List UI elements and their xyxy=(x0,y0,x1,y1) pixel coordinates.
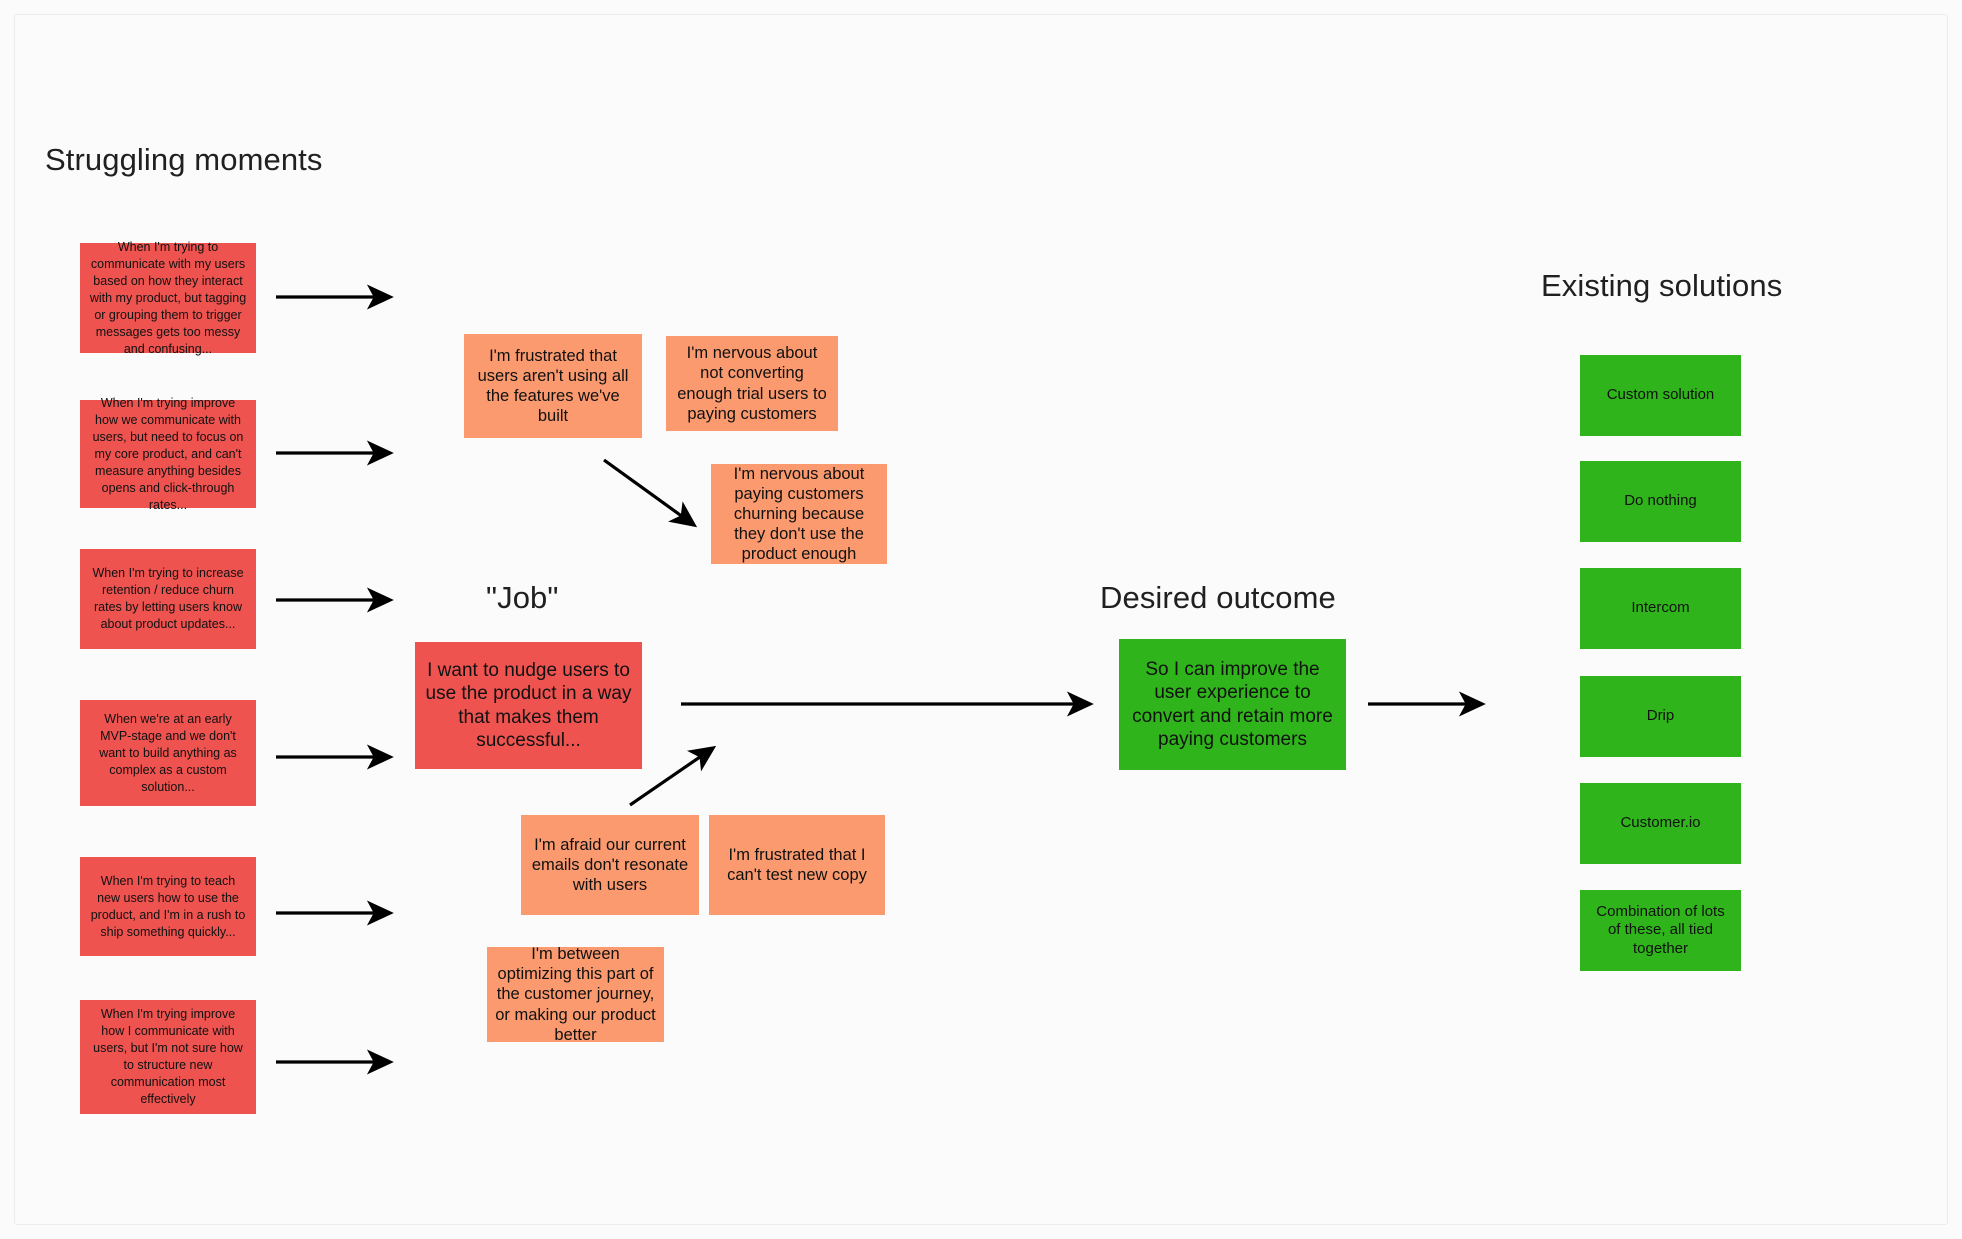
pain-note-text: I'm nervous about not converting enough … xyxy=(677,344,827,423)
existing-solution-note[interactable]: Do nothing xyxy=(1580,461,1741,542)
existing-solution-note[interactable]: Drip xyxy=(1580,676,1741,757)
heading-job: "Job" xyxy=(486,580,559,615)
existing-solution-note[interactable]: Custom solution xyxy=(1580,355,1741,436)
existing-solution-text: Custom solution xyxy=(1606,386,1715,404)
pain-note-text: I'm frustrated that I can't test new cop… xyxy=(727,845,867,884)
pain-note-text: I'm frustrated that users aren't using a… xyxy=(477,346,629,426)
existing-solution-note[interactable]: Customer.io xyxy=(1580,783,1741,864)
heading-existing-solutions: Existing solutions xyxy=(1541,268,1783,303)
desired-outcome-text: So I can improve the user experience to … xyxy=(1132,659,1333,750)
struggling-moment-text: When I'm trying to communicate with my u… xyxy=(89,239,247,356)
whiteboard-canvas: Struggling moments "Job" Desired outcome… xyxy=(0,0,1962,1239)
existing-solution-text: Intercom xyxy=(1631,599,1690,617)
pain-note-text: I'm between optimizing this part of the … xyxy=(495,945,656,1044)
existing-solution-text: Combination of lots of these, all tied t… xyxy=(1596,903,1725,957)
job-note-text: I want to nudge users to use the product… xyxy=(425,660,632,751)
pain-note[interactable]: I'm nervous about paying customers churn… xyxy=(711,464,887,564)
pain-note[interactable]: I'm frustrated that I can't test new cop… xyxy=(709,815,885,915)
struggling-moment-note[interactable]: When I'm trying to teach new users how t… xyxy=(80,857,256,956)
struggling-moment-note[interactable]: When I'm trying improve how I communicat… xyxy=(80,1000,256,1114)
struggling-moment-text: When I'm trying improve how we communica… xyxy=(92,395,244,512)
pain-note[interactable]: I'm nervous about not converting enough … xyxy=(666,336,838,431)
existing-solution-text: Customer.io xyxy=(1620,814,1701,832)
struggling-moment-note[interactable]: When I'm trying to increase retention / … xyxy=(80,549,256,649)
struggling-moment-note[interactable]: When we're at an early MVP-stage and we … xyxy=(80,700,256,806)
pain-note[interactable]: I'm frustrated that users aren't using a… xyxy=(464,334,642,438)
struggling-moment-text: When I'm trying to increase retention / … xyxy=(92,566,244,631)
existing-solution-note[interactable]: Intercom xyxy=(1580,568,1741,649)
struggling-moment-text: When I'm trying improve how I communicat… xyxy=(93,1007,243,1106)
existing-solution-note[interactable]: Combination of lots of these, all tied t… xyxy=(1580,890,1741,971)
pain-note[interactable]: I'm between optimizing this part of the … xyxy=(487,945,664,1044)
struggling-moment-note[interactable]: When I'm trying improve how we communica… xyxy=(80,396,256,512)
job-note[interactable]: I want to nudge users to use the product… xyxy=(415,642,642,769)
struggling-moment-note[interactable]: When I'm trying to communicate with my u… xyxy=(80,240,256,356)
pain-note-text: I'm nervous about paying customers churn… xyxy=(733,464,865,564)
desired-outcome-note[interactable]: So I can improve the user experience to … xyxy=(1119,639,1346,770)
pain-note[interactable]: I'm afraid our current emails don't reso… xyxy=(521,815,699,915)
struggling-moment-text: When we're at an early MVP-stage and we … xyxy=(99,711,237,794)
heading-struggling-moments: Struggling moments xyxy=(45,142,323,177)
struggling-moment-text: When I'm trying to teach new users how t… xyxy=(90,873,246,939)
existing-solution-text: Do nothing xyxy=(1624,492,1697,510)
pain-note-text: I'm afraid our current emails don't reso… xyxy=(531,835,689,895)
heading-desired-outcome: Desired outcome xyxy=(1100,580,1336,615)
existing-solution-text: Drip xyxy=(1646,707,1675,725)
